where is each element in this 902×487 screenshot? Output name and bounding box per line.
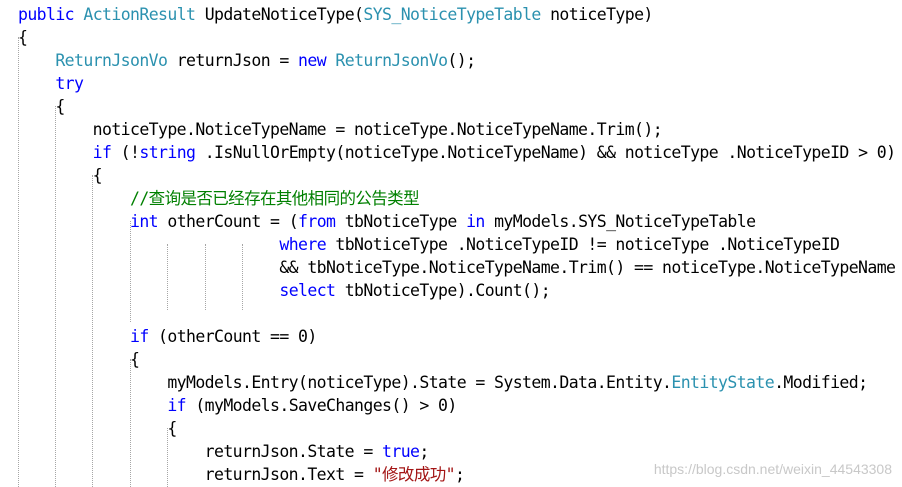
code-token: { [18, 419, 177, 438]
code-token: .IsNullOrEmpty(noticeType.NoticeTypeName… [195, 143, 896, 162]
code-line: where tbNoticeType .NoticeTypeID != noti… [18, 233, 840, 256]
code-token: EntityState [671, 373, 775, 392]
code-token: true [382, 442, 420, 461]
code-line: select tbNoticeType).Count(); [18, 279, 550, 302]
code-editor[interactable]: public ActionResult UpdateNoticeType(SYS… [0, 0, 902, 487]
code-token: .Modified; [774, 373, 868, 392]
code-token: try [55, 74, 84, 93]
code-token: { [18, 28, 28, 47]
code-token: SYS_NoticeTypeTable [363, 5, 541, 24]
code-token: if [92, 143, 112, 162]
code-line: if (!string .IsNullOrEmpty(noticeType.No… [18, 141, 896, 164]
code-line: { [18, 417, 177, 440]
code-line: { [18, 26, 28, 49]
code-token: ; [454, 465, 465, 484]
code-line: { [18, 95, 65, 118]
code-line: int otherCount = (from tbNoticeType in m… [18, 210, 756, 233]
code-token: where [279, 235, 327, 254]
code-token: (otherCount == 0) [148, 327, 317, 346]
code-token: (); [447, 51, 476, 70]
code-token: string [139, 143, 196, 162]
code-line: returnJson.State = true; [18, 440, 430, 463]
code-token: select [279, 281, 336, 300]
code-token: public [18, 5, 75, 24]
code-token: { [18, 350, 140, 369]
code-token: new [298, 51, 327, 70]
code-token: if [130, 327, 149, 346]
code-line: if (otherCount == 0) [18, 325, 317, 348]
code-line: try [18, 72, 84, 95]
code-line: myModels.Entry(noticeType).State = Syste… [18, 371, 868, 394]
code-token: (myModels.SaveChanges() > 0) [186, 396, 457, 415]
code-token: ActionResult [83, 5, 196, 24]
code-line: && tbNoticeType.NoticeTypeName.Trim() ==… [18, 256, 896, 279]
code-line: public ActionResult UpdateNoticeType(SYS… [18, 3, 653, 26]
code-token: myModels.Entry(noticeType).State = Syste… [18, 373, 672, 392]
code-token: UpdateNoticeType( [195, 5, 364, 24]
code-token: otherCount = ( [158, 212, 299, 231]
code-line: noticeType.NoticeTypeName = noticeType.N… [18, 118, 663, 141]
code-token: if [167, 396, 187, 415]
code-token: returnJson.Text = [18, 465, 373, 484]
code-token: "修改成功" [372, 465, 456, 484]
code-line: { [18, 348, 140, 371]
code-token: ReturnJsonVo [335, 51, 448, 70]
code-token: from [298, 212, 336, 231]
code-token: tbNoticeType).Count(); [335, 281, 551, 300]
code-line: if (myModels.SaveChanges() > 0) [18, 394, 457, 417]
code-line: { [18, 164, 103, 187]
code-token: myModels.SYS_NoticeTypeTable [484, 212, 756, 231]
code-token: returnJson.State = [18, 442, 383, 461]
code-token: in [466, 212, 485, 231]
code-token: noticeType) [540, 5, 653, 24]
code-token: (! [111, 143, 140, 162]
code-token: returnJson = [167, 51, 299, 70]
code-token: //查询是否已经存在其他相同的公告类型 [130, 189, 420, 208]
code-token: int [130, 212, 159, 231]
code-token: ReturnJsonVo [55, 51, 168, 70]
code-line: returnJson.Text = "修改成功"; [18, 463, 465, 486]
code-token: noticeType.NoticeTypeName = noticeType.N… [18, 120, 663, 139]
code-token: tbNoticeType .NoticeTypeID != noticeType… [326, 235, 840, 254]
code-token: ; [419, 442, 429, 461]
code-token: { [18, 97, 65, 116]
code-token: && tbNoticeType.NoticeTypeName.Trim() ==… [18, 258, 896, 277]
code-token: tbNoticeType [335, 212, 467, 231]
code-line: ReturnJsonVo returnJson = new ReturnJson… [18, 49, 476, 72]
watermark: https://blog.csdn.net/weixin_44543308 [653, 461, 892, 477]
code-token: { [18, 166, 103, 185]
code-line: //查询是否已经存在其他相同的公告类型 [18, 187, 420, 210]
